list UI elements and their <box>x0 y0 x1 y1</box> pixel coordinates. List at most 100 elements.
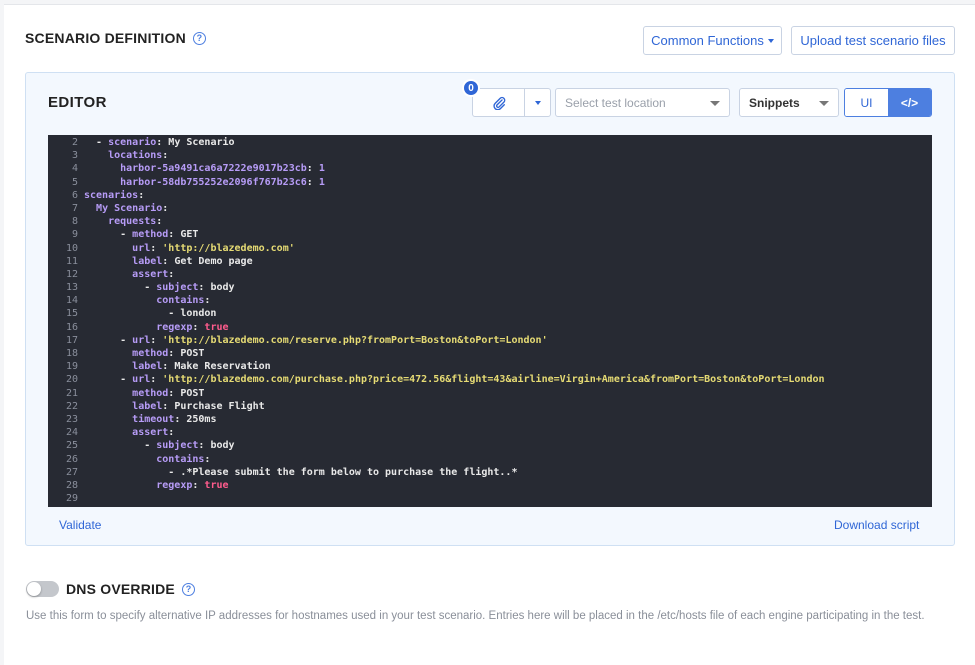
ui-mode-button[interactable]: UI <box>845 89 888 116</box>
code-token: - <box>84 137 109 148</box>
line-text: assert: <box>84 268 174 281</box>
code-token: : <box>306 163 319 175</box>
line-text: locations: <box>84 149 168 162</box>
line-number: 18 <box>65 348 78 359</box>
code-token: : <box>192 479 205 491</box>
line-number: 8 <box>71 216 78 228</box>
line-number: 29 <box>65 493 78 505</box>
download-script-link[interactable]: Download script <box>834 518 919 532</box>
code-token: : Make Reservation <box>162 361 271 373</box>
line-number: 28 <box>65 479 78 491</box>
snippets-label: Snippets <box>749 95 800 110</box>
validate-link[interactable]: Validate <box>59 518 101 532</box>
scenario-definition-header: SCENARIO DEFINITION ? <box>25 30 206 46</box>
code-token: scenario <box>108 137 157 148</box>
code-token: : <box>162 202 169 214</box>
code-token: : Purchase Flight <box>162 400 265 412</box>
upload-scenario-files-button[interactable]: Upload test scenario files <box>791 26 955 55</box>
code-token: : <box>150 374 163 386</box>
attach-files-button[interactable] <box>473 89 525 116</box>
code-line: 11 label: Get Demo page <box>48 255 932 268</box>
code-line: 5 harbor-58db755252e2096f767b23c6: 1 <box>48 176 932 189</box>
code-line: 22 label: Purchase Flight <box>48 400 932 413</box>
code-line: 12 assert: <box>48 268 932 281</box>
code-token: - .*Please submit the form below to purc… <box>84 466 518 478</box>
code-token: : <box>138 189 145 201</box>
code-token: : POST <box>168 387 205 399</box>
attach-files-button-group <box>472 88 551 117</box>
code-line: 6 scenarios: <box>48 189 932 202</box>
line-number: 14 <box>65 295 78 307</box>
chevron-down-icon <box>819 101 829 106</box>
line-number: 16 <box>65 321 78 333</box>
line-number: 10 <box>65 242 78 254</box>
test-location-placeholder: Select test location <box>565 95 666 110</box>
code-token: label <box>132 400 163 412</box>
code-line: 3 locations: <box>48 149 932 162</box>
line-number: 27 <box>65 466 78 478</box>
code-line: 28 regexp: true <box>48 479 932 492</box>
line-number: 21 <box>65 387 78 399</box>
line-number: 24 <box>65 427 78 439</box>
code-token: harbor-5a9491ca6a7222e9017b23cb <box>120 163 307 175</box>
line-number: 4 <box>71 163 78 175</box>
code-line: 21 method: POST <box>48 387 932 400</box>
code-line: 27 - .*Please submit the form below to p… <box>48 466 932 479</box>
code-token: - <box>84 282 157 294</box>
line-number: 6 <box>71 189 78 201</box>
paperclip-icon <box>492 96 505 110</box>
upload-label: Upload test scenario files <box>800 33 946 48</box>
common-functions-button[interactable]: Common Functions <box>643 26 782 55</box>
attach-dropdown-toggle[interactable] <box>525 89 550 116</box>
line-text: - .*Please submit the form below to purc… <box>84 466 517 479</box>
attachments-count-badge: 0 <box>462 79 480 97</box>
code-token: contains <box>156 295 205 307</box>
code-token: label <box>132 255 163 267</box>
code-token: : <box>204 453 211 465</box>
code-token: requests <box>108 216 157 228</box>
code-token: : POST <box>168 348 205 359</box>
line-number: 12 <box>65 268 78 280</box>
question-circle-icon[interactable]: ? <box>192 31 206 45</box>
line-text: label: Make Reservation <box>84 360 271 373</box>
code-token: true <box>204 321 229 333</box>
code-token: url <box>132 242 151 254</box>
dns-override-toggle[interactable] <box>26 581 59 597</box>
code-token: regexp <box>156 321 193 333</box>
code-token: true <box>204 479 229 491</box>
line-text: label: Get Demo page <box>84 255 252 268</box>
dns-override-header: DNS OVERRIDE ? <box>26 581 195 597</box>
code-line: 19 label: Make Reservation <box>48 360 932 373</box>
code-line: 10 url: 'http://blazedemo.com' <box>48 242 932 255</box>
code-token: - <box>84 229 133 241</box>
test-location-select[interactable]: Select test location <box>555 88 730 117</box>
code-token: : My Scenario <box>156 137 235 148</box>
code-mode-button[interactable]: </> <box>888 89 931 116</box>
line-number: 25 <box>65 440 78 452</box>
editor-title: EDITOR <box>48 94 107 111</box>
line-text: contains: <box>84 294 210 307</box>
code-line: 15 - london <box>48 307 932 320</box>
question-circle-icon[interactable]: ? <box>181 582 195 596</box>
line-number: 15 <box>65 308 78 320</box>
line-text: method: POST <box>84 387 204 400</box>
line-number: 11 <box>65 255 78 267</box>
page: SCENARIO DEFINITION ? Common Functions U… <box>4 4 975 665</box>
line-number: 23 <box>65 413 78 425</box>
code-line: 24 assert: <box>48 426 932 439</box>
code-token: : <box>156 216 163 228</box>
code-token: label <box>132 361 163 373</box>
common-functions-label: Common Functions <box>651 33 764 48</box>
line-number: 3 <box>71 150 78 162</box>
code-editor[interactable]: 2 - scenario: My Scenario 3 locations: 4 h… <box>48 135 932 507</box>
code-line: 18 method: POST <box>48 347 932 360</box>
line-text: label: Purchase Flight <box>84 400 265 413</box>
snippets-select[interactable]: Snippets <box>739 88 839 117</box>
line-text: harbor-58db755252e2096f767b23c6: 1 <box>84 176 325 189</box>
code-token: : <box>204 295 211 307</box>
